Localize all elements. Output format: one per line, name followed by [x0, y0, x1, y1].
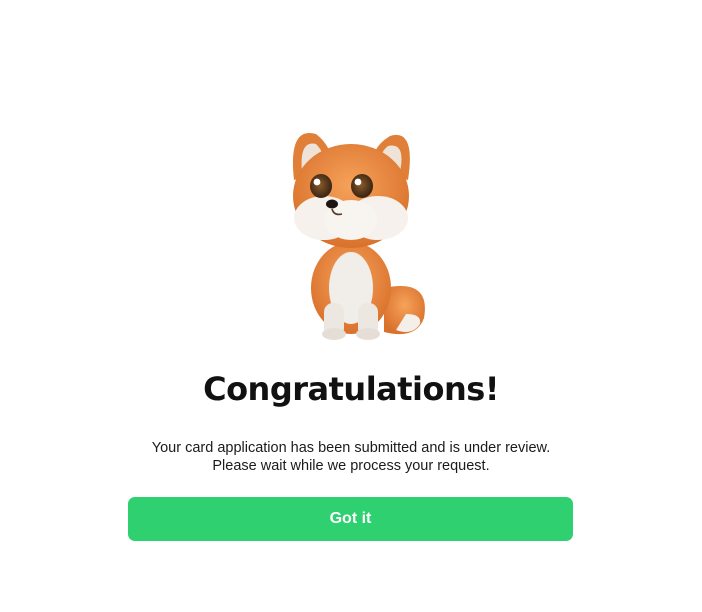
dialog-message: Your card application has been submitted… — [0, 439, 702, 475]
message-line: Your card application has been submitted… — [151, 440, 551, 456]
got-it-button[interactable]: Got it — [128, 497, 573, 541]
confirmation-screen: Congratulations! Your card application h… — [0, 0, 702, 612]
fox-mascot-icon — [292, 132, 425, 340]
dialog-title: Congratulations! — [203, 370, 499, 408]
message-line: Please wait while we process your reques… — [212, 458, 490, 474]
